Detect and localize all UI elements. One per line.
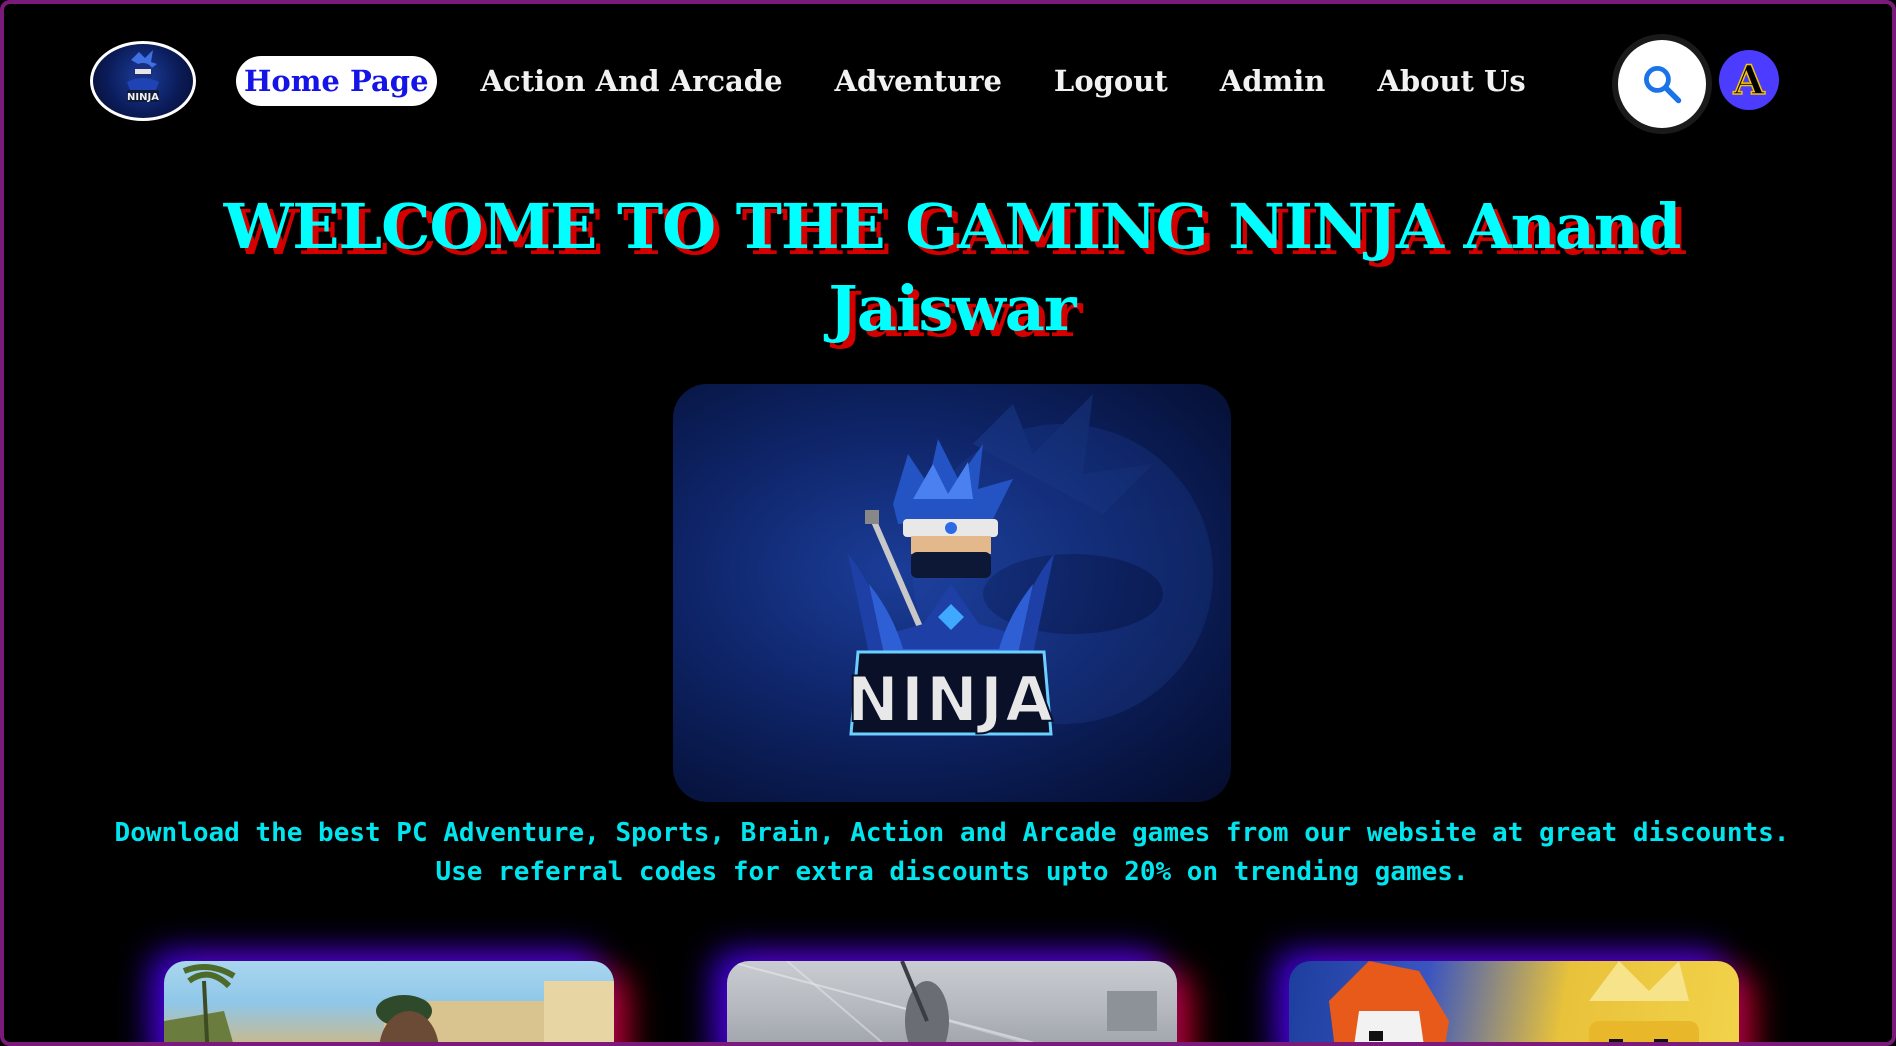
svg-text:A: A [1732,57,1765,104]
ninja-mascot-illustration: NINJA [846,394,1213,737]
svg-text:NINJA: NINJA [847,663,1055,736]
ninja-logo-icon: NINJA [127,50,159,103]
game-card-3[interactable] [1289,961,1739,1042]
hero-image: NINJA [673,384,1231,802]
hero-description-line-2: Use referral codes for extra discounts u… [435,857,1469,887]
game-card-1-image [164,964,614,1042]
user-avatar[interactable]: A [1719,50,1779,110]
search-button[interactable] [1618,40,1706,128]
nav-link-adventure[interactable]: Adventure [827,56,1010,106]
nav-link-admin[interactable]: Admin [1212,56,1334,106]
game-card-3-image [1329,961,1699,1042]
nav-link-home[interactable]: Home Page [236,56,437,106]
avatar-letter-icon: A [1732,56,1767,105]
nav-link-action-arcade[interactable]: Action And Arcade [473,56,791,106]
nav-link-logout[interactable]: Logout [1046,56,1176,106]
main-nav: Home Page Action And Arcade Adventure Lo… [236,56,1570,106]
search-icon [1644,66,1682,104]
game-card-2[interactable] [727,961,1177,1042]
nav-link-about-us[interactable]: About Us [1369,56,1533,106]
game-card-2-image [727,961,1157,1042]
hero-description-line-1: Download the best PC Adventure, Sports, … [114,818,1790,848]
hero-description: Download the best PC Adventure, Sports, … [104,814,1800,892]
site-logo[interactable]: NINJA [90,41,196,121]
page-frame: NINJA Home Page Action And Arcade Advent… [0,0,1896,1046]
svg-text:NINJA: NINJA [127,92,159,103]
hero-title: WELCOME TO THE GAMING NINJA Anand Jaiswa… [223,190,1682,345]
game-card-1[interactable] [164,961,614,1042]
